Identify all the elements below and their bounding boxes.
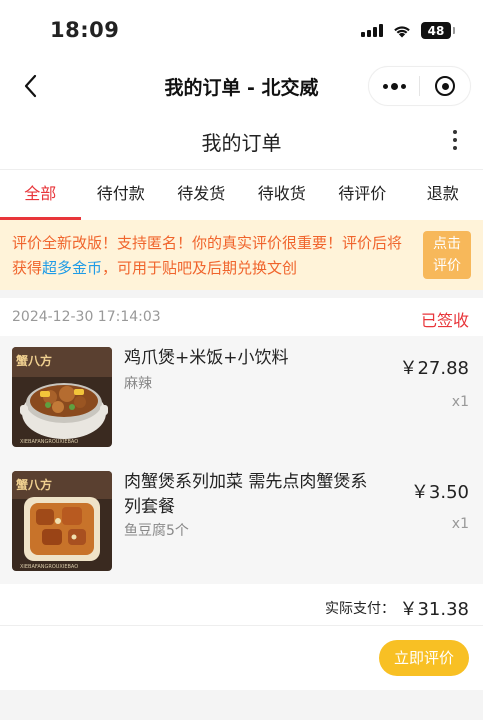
order-tabs: 全部 待付款 待发货 待收货 待评价 退款 bbox=[0, 170, 483, 220]
tab-refund[interactable]: 退款 bbox=[403, 170, 483, 220]
total-value: ￥31.38 bbox=[399, 599, 469, 620]
close-mini-program-button[interactable] bbox=[420, 67, 470, 105]
rate-now-button[interactable]: 立即评价 bbox=[379, 640, 469, 676]
item-quantity: x1 bbox=[451, 516, 469, 532]
item-name: 鸡爪煲+米饭+小饮料 bbox=[124, 348, 289, 368]
status-time: 18:09 bbox=[50, 18, 120, 42]
tab-pending-review[interactable]: 待评价 bbox=[322, 170, 403, 220]
status-bar: 18:09 48 bbox=[0, 0, 483, 62]
food-photo-fish-tofu-box-icon: 蟹八方 XIEBAFANGROUXIEBAO bbox=[12, 471, 112, 571]
more-menu-button[interactable] bbox=[369, 67, 419, 105]
tab-all[interactable]: 全部 bbox=[0, 170, 81, 220]
order-total: 实际支付： ￥31.38 bbox=[0, 586, 483, 626]
svg-text:XIEBAFANGROUXIEBAO: XIEBAFANGROUXIEBAO bbox=[20, 439, 78, 445]
svg-text:XIEBAFANGROUXIEBAO: XIEBAFANGROUXIEBAO bbox=[20, 564, 78, 570]
notice-button-line1: 点击 bbox=[433, 236, 461, 252]
item-spec: 麻辣 bbox=[124, 376, 152, 392]
order-card[interactable]: 2024-12-30 17:14:03 已签收 蟹八方 XIEBAFANGROU… bbox=[0, 298, 483, 690]
more-dots-icon bbox=[382, 82, 406, 90]
tab-pending-receipt[interactable]: 待收货 bbox=[242, 170, 323, 220]
status-icons: 48 bbox=[361, 22, 455, 39]
item-quantity: x1 bbox=[451, 394, 469, 410]
item-spec: 鱼豆腐5个 bbox=[124, 523, 189, 539]
notice-review-button[interactable]: 点击 评价 bbox=[423, 231, 471, 279]
tab-pending-shipment[interactable]: 待发货 bbox=[161, 170, 242, 220]
target-icon bbox=[435, 76, 455, 96]
notice-highlight: 超多金币 bbox=[42, 259, 103, 277]
order-header: 2024-12-30 17:14:03 已签收 bbox=[0, 298, 483, 336]
item-price: ￥27.88 bbox=[399, 358, 469, 379]
svg-text:蟹八方: 蟹八方 bbox=[15, 353, 52, 368]
notice-text-after: ，可用于贴吧及后期兑换文创 bbox=[102, 259, 298, 277]
wifi-icon bbox=[394, 25, 410, 37]
tab-pending-payment[interactable]: 待付款 bbox=[81, 170, 162, 220]
review-notice-banner: 评价全新改版！支持匿名！你的真实评价很重要！评价后将获得超多金币，可用于贴吧及后… bbox=[0, 220, 483, 290]
order-date: 2024-12-30 17:14:03 bbox=[12, 309, 161, 325]
notice-text: 评价全新改版！支持匿名！你的真实评价很重要！评价后将获得超多金币，可用于贴吧及后… bbox=[12, 231, 407, 281]
mini-program-capsule bbox=[368, 66, 471, 106]
total-label: 实际支付： bbox=[325, 601, 395, 617]
svg-text:蟹八方: 蟹八方 bbox=[15, 477, 52, 492]
food-photo-chicken-feet-pot-icon: 蟹八方 XIEBAFANGROUXIEBAO bbox=[12, 347, 112, 447]
item-name: 肉蟹煲系列加菜 需先点肉蟹煲系列套餐 bbox=[124, 472, 368, 517]
more-vertical-icon[interactable] bbox=[447, 124, 463, 156]
nav-bar: 我的订单 - 北交威 bbox=[0, 62, 483, 110]
battery-icon: 48 bbox=[421, 22, 455, 39]
item-price: ￥3.50 bbox=[410, 482, 469, 503]
order-status: 已签收 bbox=[420, 311, 469, 330]
page-title: 我的订单 bbox=[201, 131, 282, 155]
page-header: 我的订单 bbox=[0, 110, 483, 170]
notice-button-line2: 评价 bbox=[433, 258, 461, 274]
order-item[interactable]: 蟹八方 XIEBAFANGROUXIEBAO 鸡爪煲+米饭+小饮料 麻辣 ￥27… bbox=[0, 336, 483, 460]
cellular-signal-icon bbox=[361, 24, 383, 37]
order-item[interactable]: 蟹八方 XIEBAFANGROUXIEBAO 肉蟹煲系列加菜 需先点肉蟹煲系列套… bbox=[0, 460, 483, 584]
